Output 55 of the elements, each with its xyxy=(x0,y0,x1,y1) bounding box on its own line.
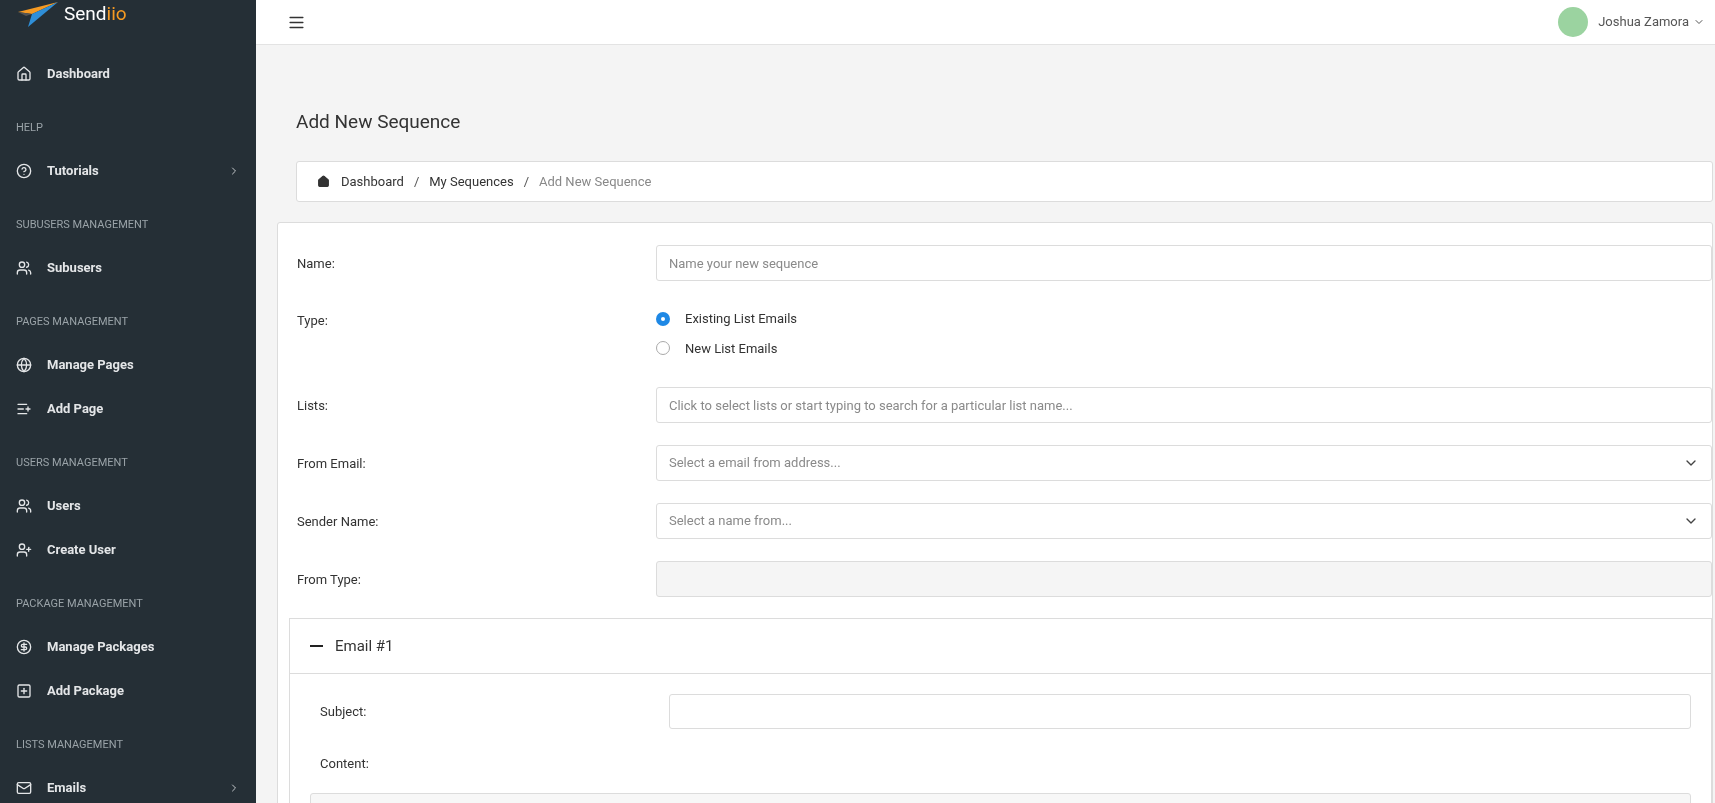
home-icon xyxy=(317,175,330,188)
sidebar-item[interactable]: Users xyxy=(0,483,256,528)
field-label: Name: xyxy=(297,256,335,271)
text-field[interactable]: Name your new sequence xyxy=(656,245,1712,281)
sidebar-item[interactable]: Manage Pages xyxy=(0,342,256,387)
sidebar-section-heading: SUBUSERS MANAGEMENT xyxy=(16,216,150,233)
sidebar-item[interactable]: Subusers xyxy=(0,245,256,290)
subject-field[interactable] xyxy=(669,693,1691,729)
logo-text: Sendiio xyxy=(64,1,127,27)
sidebar-section-heading: USERS MANAGEMENT xyxy=(16,454,129,471)
breadcrumb-separator: / xyxy=(522,172,530,191)
sidebar-section-heading: LISTS MANAGEMENT xyxy=(16,736,124,753)
current-page-label: Add New Sequence xyxy=(539,172,652,191)
breadcrumb-link[interactable]: Dashboard xyxy=(341,171,404,192)
user-avatar xyxy=(1558,7,1589,37)
sidebar-item[interactable]: Manage Packages xyxy=(0,624,256,669)
sidebar-item[interactable]: Add Page xyxy=(0,386,256,431)
field-label: From Type: xyxy=(297,572,361,587)
sidebar-section-heading: HELP xyxy=(16,119,44,136)
breadcrumb-link[interactable]: My Sequences xyxy=(429,171,514,192)
page-title: Add New Sequence xyxy=(296,110,461,134)
field-label: From Email: xyxy=(297,456,366,471)
sidebar-section-heading: PAGES MANAGEMENT xyxy=(16,313,130,330)
dollar-icon xyxy=(16,638,32,655)
select-field[interactable]: Select a name from... xyxy=(656,503,1712,539)
minus-icon xyxy=(310,645,323,647)
field-label: Lists: xyxy=(297,398,328,413)
field-label: Content: xyxy=(320,755,369,774)
sidebar-item[interactable]: Dashboard xyxy=(0,51,256,96)
globe-icon xyxy=(16,356,32,373)
radio-button[interactable] xyxy=(656,341,670,356)
sidebar-item[interactable]: Tutorials xyxy=(0,148,256,193)
radio-option[interactable]: New List Emails xyxy=(656,338,1712,358)
user-menu-button[interactable]: Joshua Zamora xyxy=(1598,12,1705,32)
field-label: Type: xyxy=(297,313,328,328)
help-icon xyxy=(16,162,32,179)
select-field[interactable]: Select a email from address... xyxy=(656,445,1712,481)
sidebar-item[interactable]: Create User xyxy=(0,527,256,572)
radio-option[interactable]: Existing List Emails xyxy=(656,309,1712,329)
breadcrumb-separator: / xyxy=(412,172,421,191)
mail-icon xyxy=(16,779,32,796)
field-label: Subject: xyxy=(320,704,367,719)
email-panel-header[interactable]: Email #1 xyxy=(290,619,1711,674)
text-field[interactable]: Click to select lists or start typing to search for a particular list name... xyxy=(656,387,1712,423)
sidebar-section-heading: PACKAGE MANAGEMENT xyxy=(16,595,144,612)
sidebar-item[interactable]: Add Package xyxy=(0,668,256,713)
field-label: Sender Name: xyxy=(297,514,379,529)
users-icon xyxy=(16,259,32,276)
user-plus-icon xyxy=(16,541,32,558)
users-icon xyxy=(16,497,32,514)
sidebar-item[interactable]: Emails xyxy=(0,765,256,803)
radio-button[interactable] xyxy=(656,311,670,326)
square-plus-icon xyxy=(16,682,32,699)
home-icon xyxy=(16,65,32,82)
paper-plane-logo-icon xyxy=(16,0,60,29)
